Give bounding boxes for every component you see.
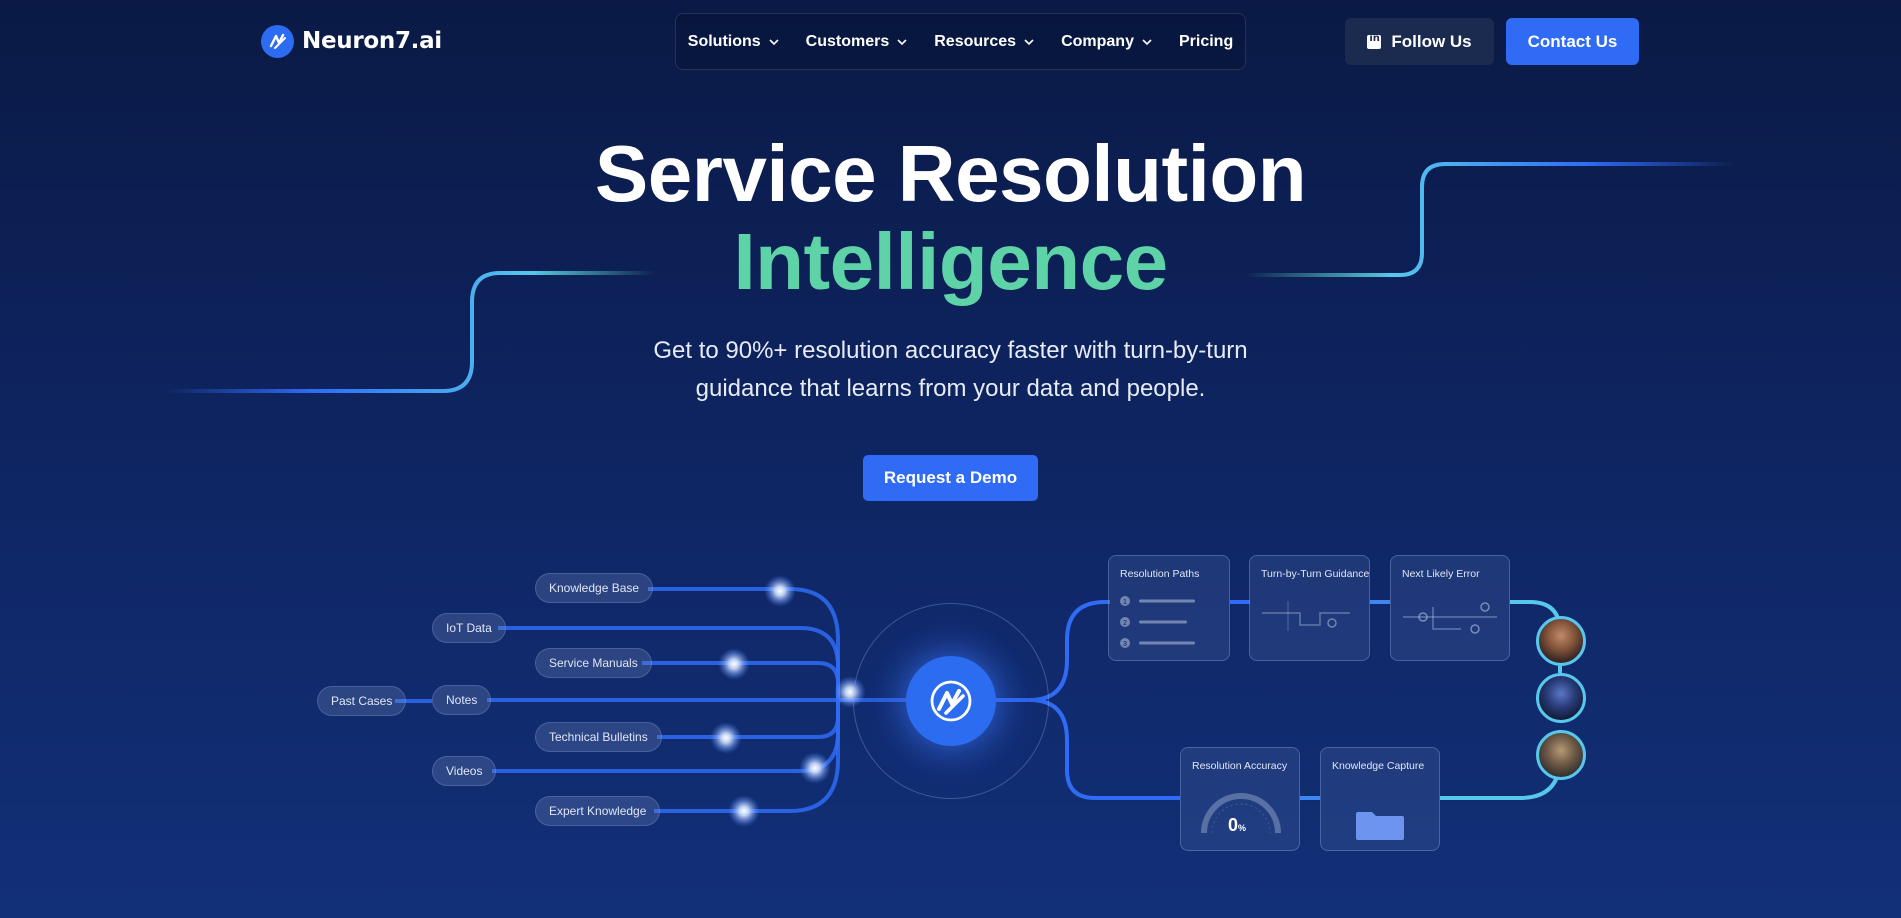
- guidance-route-icon: [1262, 601, 1350, 631]
- avatar: [1536, 616, 1586, 666]
- nav-label: Pricing: [1178, 32, 1234, 50]
- avatar: [1536, 673, 1586, 723]
- accuracy-number: 0: [1228, 815, 1239, 835]
- path-step-number: 1: [1123, 599, 1127, 606]
- hub-logo-icon: [906, 656, 996, 746]
- contact-us-button[interactable]: Contact Us: [1506, 18, 1639, 65]
- page: Neuron7.ai Solutions Customers Resources…: [0, 0, 1901, 918]
- follow-us-label: Follow Us: [1391, 31, 1472, 51]
- accuracy-unit: %: [1238, 823, 1247, 833]
- main-nav: Solutions Customers Resources Company Pr…: [675, 13, 1246, 70]
- card-title: Knowledge Capture: [1332, 760, 1425, 772]
- card-resolution-paths: Resolution Paths 1 2 3: [1108, 555, 1230, 661]
- nav-item-resources[interactable]: Resources: [934, 33, 1035, 51]
- path-step-number: 3: [1123, 641, 1127, 648]
- nav-item-pricing[interactable]: Pricing: [1179, 33, 1233, 51]
- card-title: Resolution Paths: [1120, 568, 1200, 580]
- avatar: [1536, 730, 1586, 780]
- resolution-paths-list: 1 2 3: [1120, 596, 1195, 648]
- contact-us-label: Contact Us: [1527, 31, 1618, 51]
- linkedin-icon: [1367, 33, 1382, 49]
- source-past-cases: Past Cases: [317, 686, 407, 716]
- brand-logo[interactable]: Neuron7.ai: [261, 24, 442, 58]
- nav-item-company[interactable]: Company: [1061, 33, 1153, 51]
- chevron-down-icon: [1024, 38, 1034, 45]
- path-step-number: 2: [1123, 620, 1127, 627]
- source-service-manuals: Service Manuals: [535, 648, 652, 678]
- source-knowledge-base: Knowledge Base: [535, 573, 654, 603]
- accuracy-value: 0%: [1228, 815, 1246, 836]
- nav-label: Solutions: [687, 32, 761, 50]
- nav-item-customers[interactable]: Customers: [806, 33, 909, 51]
- source-videos: Videos: [432, 756, 497, 786]
- site-header: Neuron7.ai Solutions Customers Resources…: [0, 0, 1901, 82]
- card-title: Turn-by-Turn Guidance: [1261, 568, 1370, 580]
- hero-title-line1: Service Resolution: [594, 129, 1307, 218]
- card-title: Resolution Accuracy: [1192, 760, 1288, 772]
- error-path-icon: [1403, 602, 1497, 634]
- nav-label: Company: [1061, 32, 1134, 50]
- source-iot-data: IoT Data: [432, 613, 506, 643]
- hero-subtitle: Get to 90%+ resolution accuracy faster w…: [653, 337, 1248, 402]
- hero-title-line2: Intelligence: [733, 217, 1168, 306]
- logo-mark-icon: [261, 24, 294, 58]
- nav-label: Resources: [934, 32, 1017, 50]
- source-notes: Notes: [432, 685, 492, 715]
- card-knowledge-capture: Knowledge Capture: [1320, 747, 1440, 851]
- card-turn-by-turn-guidance: Turn-by-Turn Guidance: [1249, 555, 1370, 661]
- request-demo-label: Request a Demo: [883, 468, 1018, 487]
- chevron-down-icon: [1142, 38, 1152, 45]
- card-title: Next Likely Error: [1402, 568, 1480, 580]
- card-next-likely-error: Next Likely Error: [1390, 555, 1510, 661]
- nav-label: Customers: [805, 32, 890, 50]
- chevron-down-icon: [897, 38, 907, 45]
- nav-item-solutions[interactable]: Solutions: [688, 33, 780, 51]
- folder-icon: [1356, 812, 1404, 840]
- source-technical-bulletins: Technical Bulletins: [535, 722, 662, 752]
- request-demo-button[interactable]: Request a Demo: [863, 455, 1038, 501]
- chevron-down-icon: [769, 38, 779, 45]
- brand-name: Neuron7.ai: [302, 28, 442, 54]
- follow-us-button[interactable]: Follow Us: [1345, 18, 1494, 65]
- source-expert-knowledge: Expert Knowledge: [535, 796, 661, 826]
